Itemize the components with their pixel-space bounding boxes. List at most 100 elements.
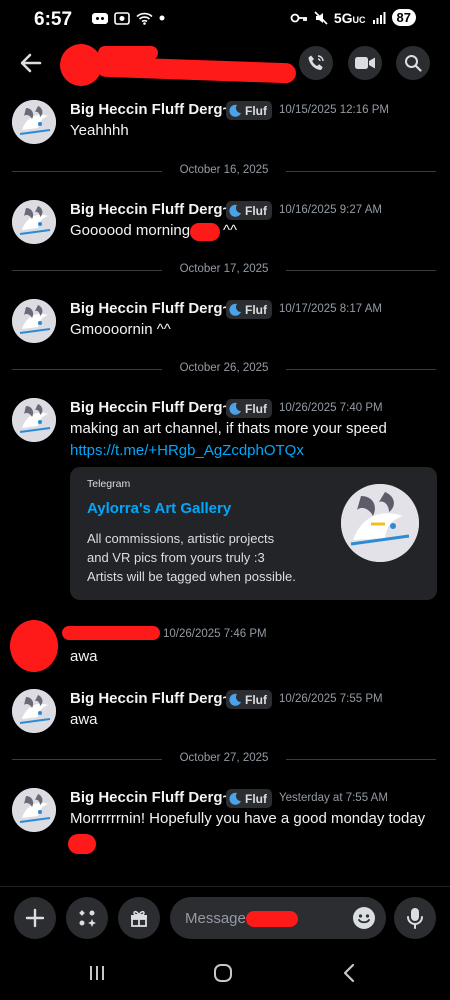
recents-icon: [90, 966, 104, 980]
clan-tag[interactable]: Fluf: [226, 789, 272, 808]
message[interactable]: Big Heccin Fluff Derg~ Fluf Yesterday at…: [0, 786, 450, 858]
key-icon: [290, 13, 307, 22]
clan-tag[interactable]: Fluf: [226, 690, 272, 709]
date-divider: October 26, 2025: [12, 362, 436, 376]
message-text: Yeahhhh: [70, 122, 129, 139]
message-composer: [0, 886, 450, 946]
redacted-avatar: [10, 620, 58, 672]
gift-icon: [131, 910, 147, 927]
moon-icon: [229, 402, 241, 415]
timestamp: 10/26/2025 7:46 PM: [163, 628, 267, 640]
message[interactable]: Big Heccin Fluff Derg~ Fluf 10/17/2025 8…: [0, 297, 450, 347]
avatar[interactable]: [12, 200, 56, 244]
back-nav-button[interactable]: [334, 958, 364, 988]
home-icon: [214, 964, 232, 982]
status-time: 6:57: [34, 9, 73, 30]
username[interactable]: Big Heccin Fluff Derg~: [70, 789, 231, 806]
avatar[interactable]: [12, 100, 56, 144]
message[interactable]: Big Heccin Fluff Derg~ Fluf 10/26/2025 7…: [0, 687, 450, 737]
phone-icon: [308, 55, 324, 70]
moon-icon: [229, 104, 241, 117]
battery-indicator: 87: [391, 9, 416, 26]
recents-button[interactable]: [82, 958, 112, 988]
redacted-placeholder: [246, 911, 298, 927]
gift-button[interactable]: [118, 897, 160, 939]
network-label: 5GUC: [333, 9, 366, 26]
video-button[interactable]: [348, 46, 382, 80]
emoji-button[interactable]: [352, 906, 376, 930]
username[interactable]: Big Heccin Fluff Derg~: [70, 690, 231, 707]
date-divider: October 27, 2025: [12, 752, 436, 766]
avatar[interactable]: [12, 788, 56, 832]
redacted-text: [190, 223, 220, 241]
moon-icon: [229, 693, 241, 706]
embed-title[interactable]: Aylorra's Art Gallery: [87, 500, 231, 517]
link-embed[interactable]: Telegram Aylorra's Art Gallery All commi…: [70, 467, 437, 600]
dot-icon: [159, 15, 165, 21]
message[interactable]: 10/26/2025 7:46 PM awa: [0, 618, 450, 674]
message-text: Goooood morning: [70, 222, 191, 239]
home-button[interactable]: [208, 958, 238, 988]
moon-icon: [229, 792, 241, 805]
username[interactable]: Big Heccin Fluff Derg~: [70, 101, 231, 118]
message-link[interactable]: https://t.me/+HRgb_AgZcdphOTQx: [70, 442, 304, 459]
call-button[interactable]: [299, 46, 333, 80]
username[interactable]: Big Heccin Fluff Derg~: [70, 300, 231, 317]
avatar[interactable]: [12, 299, 56, 343]
message-text: awa: [70, 648, 98, 665]
timestamp: 10/15/2025 12:16 PM: [279, 104, 389, 116]
back-button[interactable]: [16, 48, 46, 78]
system-icons: 5GUC 87: [290, 9, 416, 26]
apps-button[interactable]: [66, 897, 108, 939]
redacted-channel-name: [95, 56, 297, 84]
video-icon: [355, 57, 375, 69]
clan-tag[interactable]: Fluf: [226, 201, 272, 220]
avatar[interactable]: [12, 398, 56, 442]
notification-icons: [92, 11, 165, 25]
status-bar: 6:57 5GUC 87: [0, 0, 450, 38]
embed-description: All commissions, artistic projects and V…: [87, 531, 296, 584]
embed-provider: Telegram: [87, 478, 131, 490]
embed-thumbnail[interactable]: [341, 484, 419, 562]
date-divider: October 17, 2025: [12, 263, 436, 277]
clan-tag[interactable]: Fluf: [226, 300, 272, 319]
moon-icon: [229, 204, 241, 217]
signal-icon: [372, 11, 386, 24]
emoji-icon: [353, 907, 375, 929]
message-text: Morrrrrrnin! Hopefully you have a good m…: [70, 810, 426, 827]
timestamp: 10/17/2025 8:17 AM: [279, 303, 382, 315]
channel-header: [0, 40, 450, 88]
search-icon: [405, 55, 422, 72]
plus-icon: [25, 908, 45, 928]
moon-icon: [229, 303, 241, 316]
username[interactable]: Big Heccin Fluff Derg~: [70, 399, 231, 416]
camera-notification-icon: [114, 12, 130, 25]
search-button[interactable]: [396, 46, 430, 80]
clan-tag[interactable]: Fluf: [226, 101, 272, 120]
message[interactable]: Big Heccin Fluff Derg~ Fluf 10/15/2025 1…: [0, 98, 450, 148]
mute-icon: [314, 10, 328, 25]
timestamp: 10/26/2025 7:55 PM: [279, 693, 383, 705]
clan-tag[interactable]: Fluf: [226, 399, 272, 418]
redacted-username: [62, 626, 160, 640]
voice-button[interactable]: [394, 897, 436, 939]
microphone-icon: [407, 908, 423, 929]
timestamp: 10/26/2025 7:40 PM: [279, 402, 383, 414]
date-divider: October 16, 2025: [12, 164, 436, 178]
redacted-text: [68, 834, 96, 854]
username[interactable]: Big Heccin Fluff Derg~: [70, 201, 231, 218]
message-text: Gmoooornin ^^: [70, 321, 171, 338]
system-nav-bar: [0, 946, 450, 1000]
message-text-suffix: ^^: [223, 222, 238, 239]
timestamp: 10/16/2025 9:27 AM: [279, 204, 382, 216]
arrow-left-icon: [20, 53, 42, 73]
message-input-container[interactable]: [170, 897, 386, 939]
discord-notification-icon: [92, 12, 108, 24]
message-text: making an art channel, if thats more you…: [70, 420, 387, 437]
message-text: awa: [70, 711, 98, 728]
message[interactable]: Big Heccin Fluff Derg~ Fluf 10/16/2025 9…: [0, 198, 450, 248]
avatar[interactable]: [12, 689, 56, 733]
attach-button[interactable]: [14, 897, 56, 939]
chevron-left-icon: [343, 963, 355, 983]
apps-icon: [79, 910, 96, 927]
